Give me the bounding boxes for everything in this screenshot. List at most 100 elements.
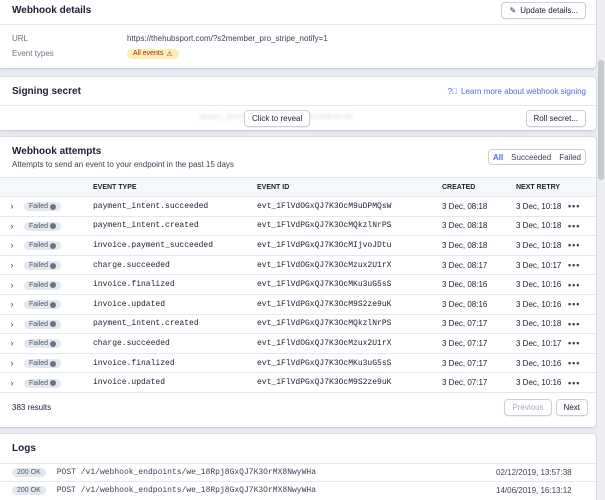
- attempts-table: EVENT TYPE EVENT ID CREATED NEXT RETRY ›…: [0, 177, 596, 393]
- webhook-details-title: Webhook details: [12, 4, 92, 16]
- clock-icon: [50, 262, 57, 269]
- event-id-cell: evt_1FlVdOGxQJ7K3OcM9uDPMQsW: [257, 196, 442, 217]
- all-events-badge: All events ⚠: [127, 48, 179, 59]
- event-id-cell: evt_1FlVdPGxQJ7K3OcMQkzlNrPS: [257, 216, 442, 237]
- update-details-button[interactable]: ✎ Update details...: [501, 1, 586, 19]
- more-dots-icon[interactable]: •••: [568, 196, 596, 217]
- next-retry-cell: 3 Dec, 10:18: [516, 216, 568, 237]
- event-type-cell: invoice.finalized: [93, 274, 257, 295]
- previous-button[interactable]: Previous: [504, 399, 552, 417]
- chevron-right-icon[interactable]: ›: [0, 353, 24, 374]
- created-cell: 3 Dec, 08:16: [442, 294, 516, 315]
- chevron-right-icon[interactable]: ›: [0, 216, 24, 237]
- more-dots-icon[interactable]: •••: [568, 372, 596, 393]
- more-dots-icon[interactable]: •••: [568, 255, 596, 276]
- table-row[interactable]: › Failed charge.succeeded evt_1FlVdOGxQJ7K3…: [0, 333, 596, 354]
- help-circle-icon: ?⃝: [447, 86, 459, 96]
- chevron-right-icon[interactable]: ›: [0, 274, 24, 295]
- table-row[interactable]: › Failed payment_intent.created evt_1FlVdPG…: [0, 314, 596, 335]
- table-row[interactable]: › Failed payment_intent.created evt_1FlVdPG…: [0, 216, 596, 237]
- filter-failed[interactable]: Failed: [555, 150, 585, 164]
- event-id-cell: evt_1FlVdPGxQJ7K3OcM9S2ze9uK: [257, 372, 442, 393]
- chevron-right-icon[interactable]: ›: [0, 235, 24, 256]
- next-button[interactable]: Next: [555, 399, 588, 417]
- learn-more-link[interactable]: ?⃝ Learn more about webhook signing: [448, 87, 586, 96]
- created-cell: 3 Dec, 07:17: [442, 372, 516, 393]
- more-dots-icon[interactable]: •••: [568, 294, 596, 315]
- logs-list: 200 OK POST /v1/webhook_endpoints/we_18Rp…: [0, 463, 596, 499]
- status-badge: Failed: [24, 378, 62, 388]
- more-dots-icon[interactable]: •••: [568, 216, 596, 237]
- table-row[interactable]: › Failed invoice.finalized evt_1FlVdPGxQJ7K…: [0, 274, 596, 295]
- chevron-right-icon[interactable]: ›: [0, 196, 24, 217]
- scrollbar-thumb[interactable]: [598, 60, 604, 180]
- next-retry-cell: 3 Dec, 10:16: [516, 372, 568, 393]
- clock-icon: [50, 321, 57, 328]
- chevron-right-icon[interactable]: ›: [0, 333, 24, 354]
- log-time: 02/12/2019, 13:57:38: [496, 468, 572, 477]
- scrollbar[interactable]: [597, 0, 605, 500]
- table-row[interactable]: › Failed invoice.payment_succeeded evt_1FlV…: [0, 235, 596, 256]
- chevron-right-icon[interactable]: ›: [0, 255, 24, 276]
- more-dots-icon[interactable]: •••: [568, 353, 596, 374]
- event-id-cell: evt_1FlVdPGxQJ7K3OcM9S2ze9uK: [257, 294, 442, 315]
- status-badge: Failed: [24, 261, 62, 271]
- more-dots-icon[interactable]: •••: [568, 235, 596, 256]
- next-retry-cell: 3 Dec, 10:16: [516, 353, 568, 374]
- event-type-cell: invoice.finalized: [93, 353, 257, 374]
- chevron-right-icon[interactable]: ›: [0, 294, 24, 315]
- status-badge: Failed: [24, 280, 62, 290]
- chevron-right-icon[interactable]: ›: [0, 314, 24, 335]
- event-type-cell: invoice.updated: [93, 294, 257, 315]
- created-cell: 3 Dec, 08:18: [442, 216, 516, 237]
- col-created: CREATED: [442, 177, 516, 197]
- status-badge: 200 OK: [12, 468, 46, 477]
- warning-icon: ⚠: [166, 50, 173, 58]
- event-type-cell: payment_intent.created: [93, 216, 257, 237]
- clock-icon: [50, 360, 57, 367]
- more-dots-icon[interactable]: •••: [568, 274, 596, 295]
- chevron-right-icon[interactable]: ›: [0, 372, 24, 393]
- status-badge: Failed: [24, 359, 62, 369]
- event-types-row: Event types All events ⚠: [0, 46, 596, 61]
- created-cell: 3 Dec, 08:16: [442, 274, 516, 295]
- created-cell: 3 Dec, 08:18: [442, 196, 516, 217]
- results-count: 383 results: [12, 403, 52, 413]
- table-row[interactable]: › Failed invoice.updated evt_1FlVdPGxQJ7K3O…: [0, 372, 596, 393]
- table-row[interactable]: › Failed payment_intent.succeeded evt_1FlVd…: [0, 196, 596, 217]
- more-dots-icon[interactable]: •••: [568, 333, 596, 354]
- col-event-type: EVENT TYPE: [93, 177, 257, 197]
- roll-secret-button[interactable]: Roll secret...: [525, 109, 586, 127]
- clock-icon: [50, 223, 57, 230]
- status-badge: Failed: [24, 339, 62, 349]
- table-row[interactable]: › Failed invoice.updated evt_1FlVdPGxQJ7K3O…: [0, 294, 596, 315]
- created-cell: 3 Dec, 07:17: [442, 353, 516, 374]
- url-value: https://thehubsport.com/?s2member_pro_st…: [127, 34, 328, 43]
- reveal-secret-button[interactable]: Click to reveal: [244, 109, 311, 127]
- filter-all[interactable]: All: [489, 150, 507, 164]
- log-request: POST /v1/webhook_endpoints/we_18Rpj8GxQJ…: [56, 486, 316, 495]
- clock-icon: [50, 203, 57, 210]
- status-badge: Failed: [24, 319, 62, 329]
- event-id-cell: evt_1FlVdOGxQJ7K3OcMzux2U1rX: [257, 255, 442, 276]
- next-retry-cell: 3 Dec, 10:18: [516, 196, 568, 217]
- filter-succeeded[interactable]: Succeeded: [507, 150, 555, 164]
- created-cell: 3 Dec, 07:17: [442, 333, 516, 354]
- next-retry-cell: 3 Dec, 10:18: [516, 314, 568, 335]
- url-label: URL: [12, 34, 29, 43]
- col-next-retry: NEXT RETRY: [516, 177, 568, 197]
- pagination-row: 383 results Previous Next: [0, 393, 596, 423]
- log-row[interactable]: 200 OK POST /v1/webhook_endpoints/we_18Rp…: [0, 463, 596, 481]
- log-row[interactable]: 200 OK POST /v1/webhook_endpoints/we_18Rp…: [0, 481, 596, 499]
- clock-icon: [50, 301, 57, 308]
- col-event-id: EVENT ID: [257, 177, 442, 197]
- clock-icon: [50, 282, 57, 289]
- table-row[interactable]: › Failed charge.succeeded evt_1FlVdOGxQJ7K3…: [0, 255, 596, 276]
- next-retry-cell: 3 Dec, 10:16: [516, 274, 568, 295]
- event-type-cell: charge.succeeded: [93, 333, 257, 354]
- event-type-cell: charge.succeeded: [93, 255, 257, 276]
- table-row[interactable]: › Failed invoice.finalized evt_1FlVdPGxQJ7K…: [0, 353, 596, 374]
- more-dots-icon[interactable]: •••: [568, 314, 596, 335]
- event-id-cell: evt_1FlVdOGxQJ7K3OcMzux2U1rX: [257, 333, 442, 354]
- status-badge: Failed: [24, 221, 62, 231]
